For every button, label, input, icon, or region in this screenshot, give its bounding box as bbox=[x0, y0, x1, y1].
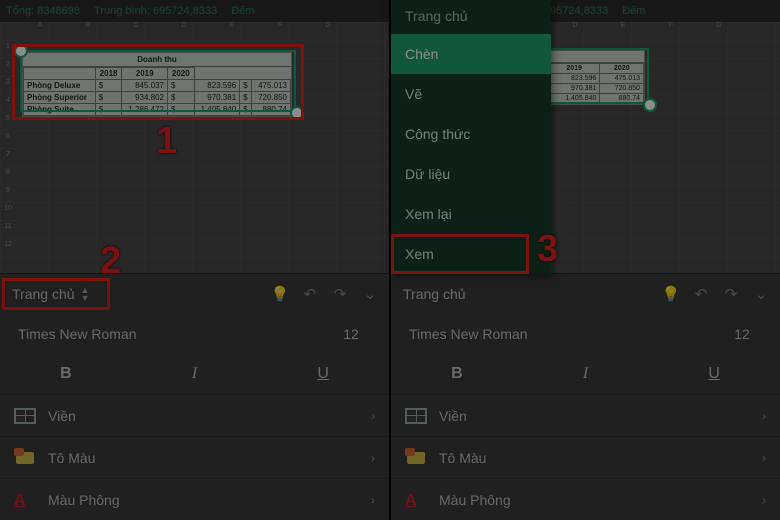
right-screenshot: Tổng: 8348698 Trung bình: 695724,8333 Đế… bbox=[391, 0, 780, 520]
menu-item-draw[interactable]: Vẽ bbox=[391, 74, 551, 114]
toolbar: Trang chủ ▲▼ 💡 ↶ ↷ ⌄ Times New Roman 12 … bbox=[0, 273, 389, 520]
chevron-right-icon: › bbox=[371, 451, 375, 465]
avg-stat: Trung bình: 695724,8333 bbox=[94, 5, 217, 17]
undo-icon[interactable]: ↶ bbox=[299, 283, 321, 305]
left-screenshot: Tổng: 8348698 Trung bình: 695724,8333 Đế… bbox=[0, 0, 389, 520]
font-size[interactable]: 12 bbox=[331, 326, 371, 342]
redo-icon[interactable]: ↷ bbox=[329, 283, 351, 305]
callout-3: 3 bbox=[537, 228, 558, 271]
italic-button[interactable]: I bbox=[583, 365, 588, 383]
menu-item-formulas[interactable]: Công thức bbox=[391, 114, 551, 154]
font-color-icon: A bbox=[405, 492, 427, 508]
chevron-right-icon: › bbox=[371, 409, 375, 423]
menu-item-review[interactable]: Xem lại bbox=[391, 194, 551, 234]
collapse-icon[interactable]: ⌄ bbox=[750, 283, 772, 305]
font-color-icon: A bbox=[14, 492, 36, 508]
underline-button[interactable]: U bbox=[708, 365, 720, 383]
font-color-item[interactable]: AMàu Phông› bbox=[391, 478, 780, 520]
bold-button[interactable]: B bbox=[451, 365, 463, 383]
bold-button[interactable]: B bbox=[60, 365, 72, 383]
callout-1-box bbox=[12, 44, 304, 120]
toolbar: Trang chủ 💡 ↶ ↷ ⌄ Times New Roman 12 B I… bbox=[391, 273, 780, 520]
font-name[interactable]: Times New Roman bbox=[409, 326, 722, 342]
fill-color-item[interactable]: Tô Màu› bbox=[391, 436, 780, 478]
underline-button[interactable]: U bbox=[317, 365, 329, 383]
tab-menu: Trang chủ Chèn Vẽ Công thức Dữ liệu Xem … bbox=[391, 0, 551, 274]
borders-item[interactable]: Viền› bbox=[391, 394, 780, 436]
status-bar: Tổng: 8348698 Trung bình: 695724,8333 Đế… bbox=[0, 0, 389, 22]
font-size[interactable]: 12 bbox=[722, 326, 762, 342]
callout-2-box bbox=[2, 278, 110, 310]
selection-handle-br[interactable] bbox=[643, 98, 657, 112]
lightbulb-icon[interactable]: 💡 bbox=[269, 283, 291, 305]
spreadsheet-area[interactable]: ABCDEFG 123456789101112 Doanh thu 201820… bbox=[0, 22, 389, 273]
lightbulb-icon[interactable]: 💡 bbox=[660, 283, 682, 305]
callout-2: 2 bbox=[100, 240, 121, 273]
redo-icon[interactable]: ↷ bbox=[720, 283, 742, 305]
callout-3-box bbox=[391, 234, 529, 274]
italic-button[interactable]: I bbox=[192, 365, 197, 383]
borders-icon bbox=[14, 408, 36, 424]
callout-1: 1 bbox=[156, 120, 177, 163]
sum-stat: Tổng: 8348698 bbox=[6, 5, 80, 17]
fill-color-item[interactable]: Tô Màu› bbox=[0, 436, 389, 478]
menu-item-data[interactable]: Dữ liệu bbox=[391, 154, 551, 194]
borders-item[interactable]: Viền› bbox=[0, 394, 389, 436]
undo-icon[interactable]: ↶ bbox=[690, 283, 712, 305]
menu-header: Trang chủ bbox=[391, 0, 551, 34]
chevron-right-icon: › bbox=[371, 493, 375, 507]
collapse-icon[interactable]: ⌄ bbox=[359, 283, 381, 305]
fill-icon bbox=[405, 450, 427, 466]
count-stat: Đếm bbox=[231, 5, 254, 17]
fill-icon bbox=[14, 450, 36, 466]
font-color-item[interactable]: A Màu Phông› bbox=[0, 478, 389, 520]
borders-icon bbox=[405, 408, 427, 424]
menu-item-insert[interactable]: Chèn bbox=[391, 34, 551, 74]
font-name[interactable]: Times New Roman bbox=[18, 326, 331, 342]
tab-selector[interactable]: Trang chủ bbox=[399, 280, 470, 308]
